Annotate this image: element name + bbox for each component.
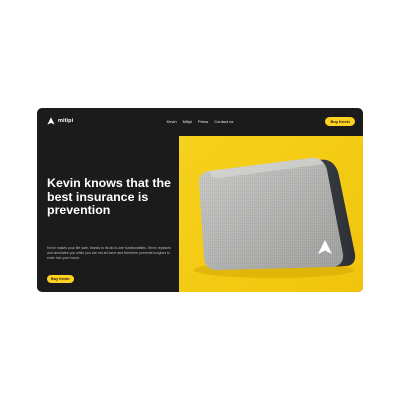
nav-item-kevin[interactable]: Kevin [167, 119, 177, 124]
hero-buy-button[interactable]: Buy Kevin [47, 275, 74, 283]
hero-content: Kevin knows that the best insurance is p… [37, 136, 179, 292]
website-mockup: mitipi Kevin Mitipi Press Contact us Buy… [37, 108, 363, 292]
nav-item-mitipi[interactable]: Mitipi [183, 119, 192, 124]
hero-description: Kevin makes your life safe, thanks to it… [47, 246, 171, 260]
main-nav: Kevin Mitipi Press Contact us [37, 119, 363, 124]
site-header: mitipi Kevin Mitipi Press Contact us Buy… [37, 108, 363, 136]
page: mitipi Kevin Mitipi Press Contact us Buy… [0, 0, 400, 400]
product-photo [179, 136, 363, 292]
nav-item-press[interactable]: Press [198, 119, 208, 124]
nav-item-contact[interactable]: Contact us [214, 119, 233, 124]
hero-product-image [179, 136, 363, 292]
header-buy-button[interactable]: Buy Kevin [325, 117, 355, 126]
hero-title: Kevin knows that the best insurance is p… [47, 176, 171, 217]
